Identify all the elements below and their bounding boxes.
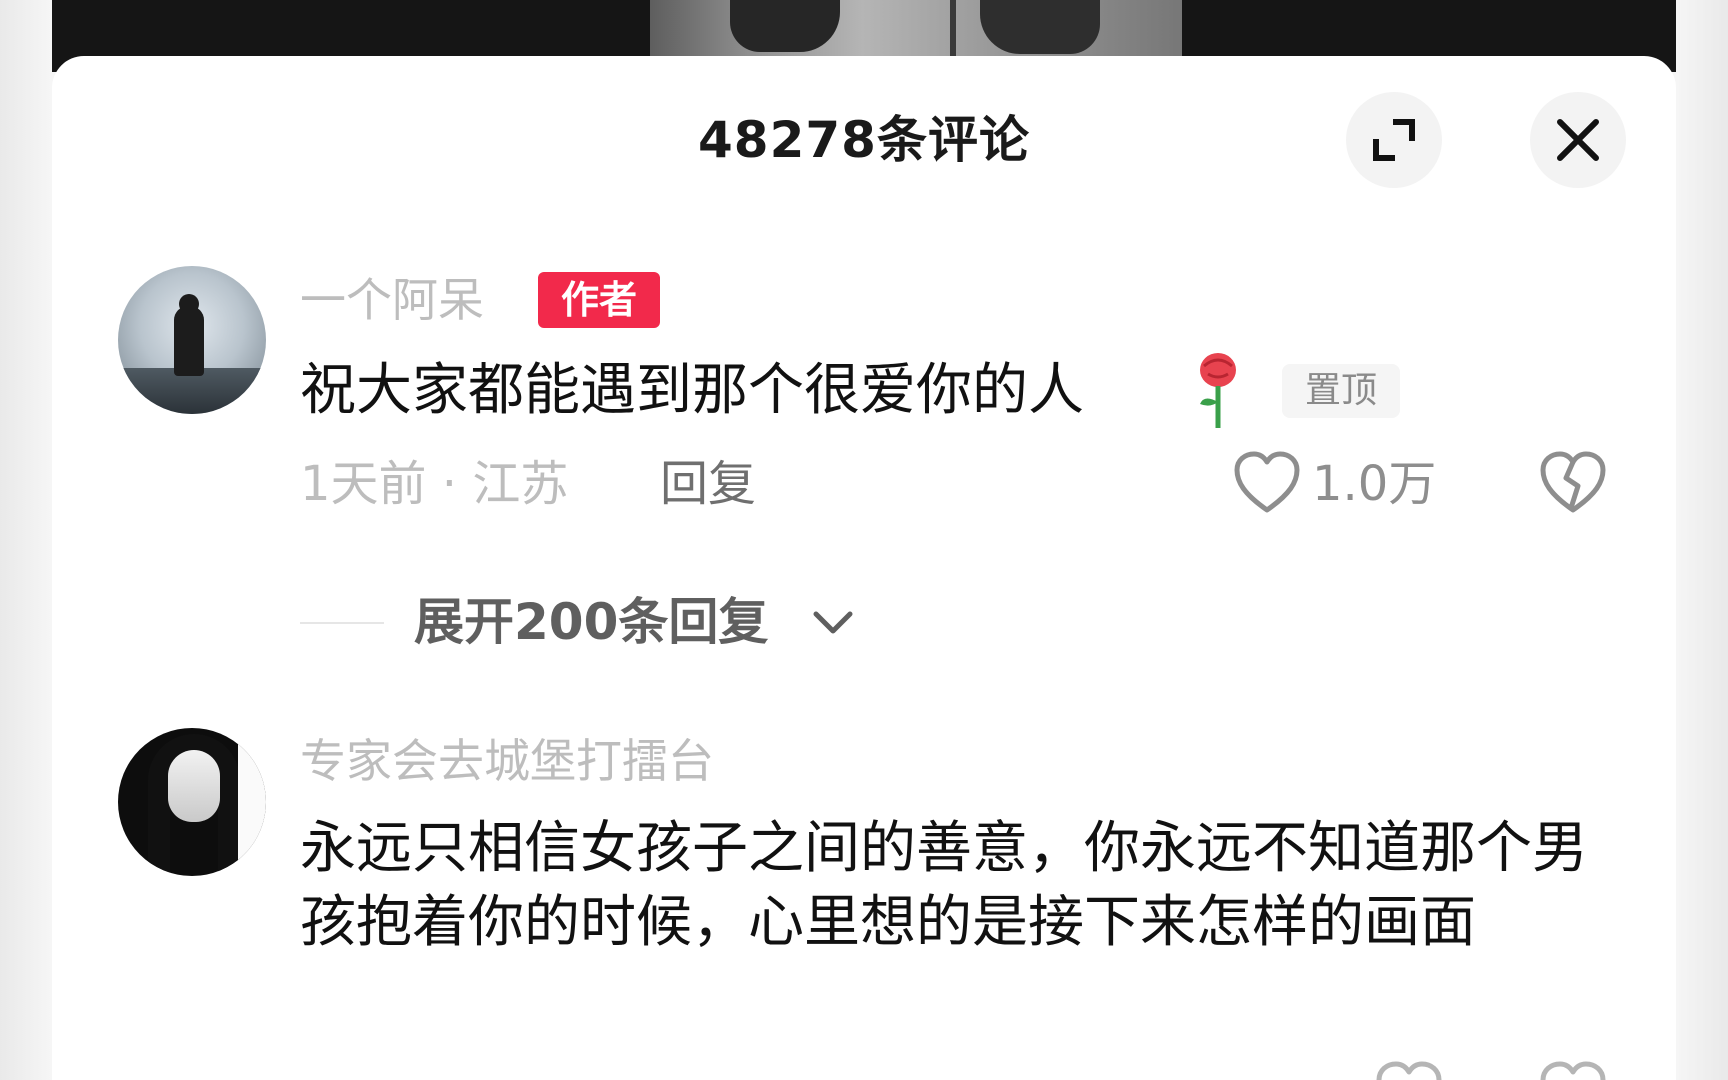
expand-button[interactable] [1346,92,1442,188]
like-count: 1.0万 [1312,456,1437,512]
heart-icon[interactable] [1232,450,1302,516]
avatar[interactable] [118,728,266,876]
close-button[interactable] [1530,92,1626,188]
comment-text: 祝大家都能遇到那个很爱你的人 [300,358,1084,423]
comment-meta: 1天前 · 江苏 [300,456,569,512]
broken-heart-icon[interactable] [1538,450,1608,516]
avatar-light-edge [238,728,266,876]
rose-icon [1200,353,1236,428]
video-divider [950,0,956,56]
close-icon [1557,119,1599,161]
comment-count-title: 48278条评论 [698,111,1030,169]
avatar-person-body [174,306,204,376]
heart-icon[interactable] [1374,1060,1444,1080]
video-figure-left [730,0,840,52]
author-badge: 作者 [538,272,660,328]
comment-username[interactable]: 专家会去城堡打擂台 [300,733,714,789]
video-figure-right [980,0,1100,54]
chevron-down-icon[interactable] [810,604,856,640]
pinned-badge: 置顶 [1282,364,1400,418]
avatar-face [168,750,220,822]
expand-icon [1373,119,1415,161]
broken-heart-icon[interactable] [1538,1060,1608,1080]
expand-replies-button[interactable]: 展开200条回复 [414,590,768,654]
avatar[interactable] [118,266,266,414]
expand-divider [300,622,384,624]
comment-username[interactable]: 一个阿呆 [300,272,484,328]
comment-text: 永远只相信女孩子之间的善意，你永远不知道那个男孩抱着你的时候，心里想的是接下来怎… [300,816,1588,955]
video-frame-thumbnail [650,0,1182,56]
reply-button[interactable]: 回复 [660,454,756,514]
screen: 48278条评论 一个阿呆 作者 祝大家都能遇到那个很爱你的人 置顶 1天前 ·… [0,0,1728,1080]
